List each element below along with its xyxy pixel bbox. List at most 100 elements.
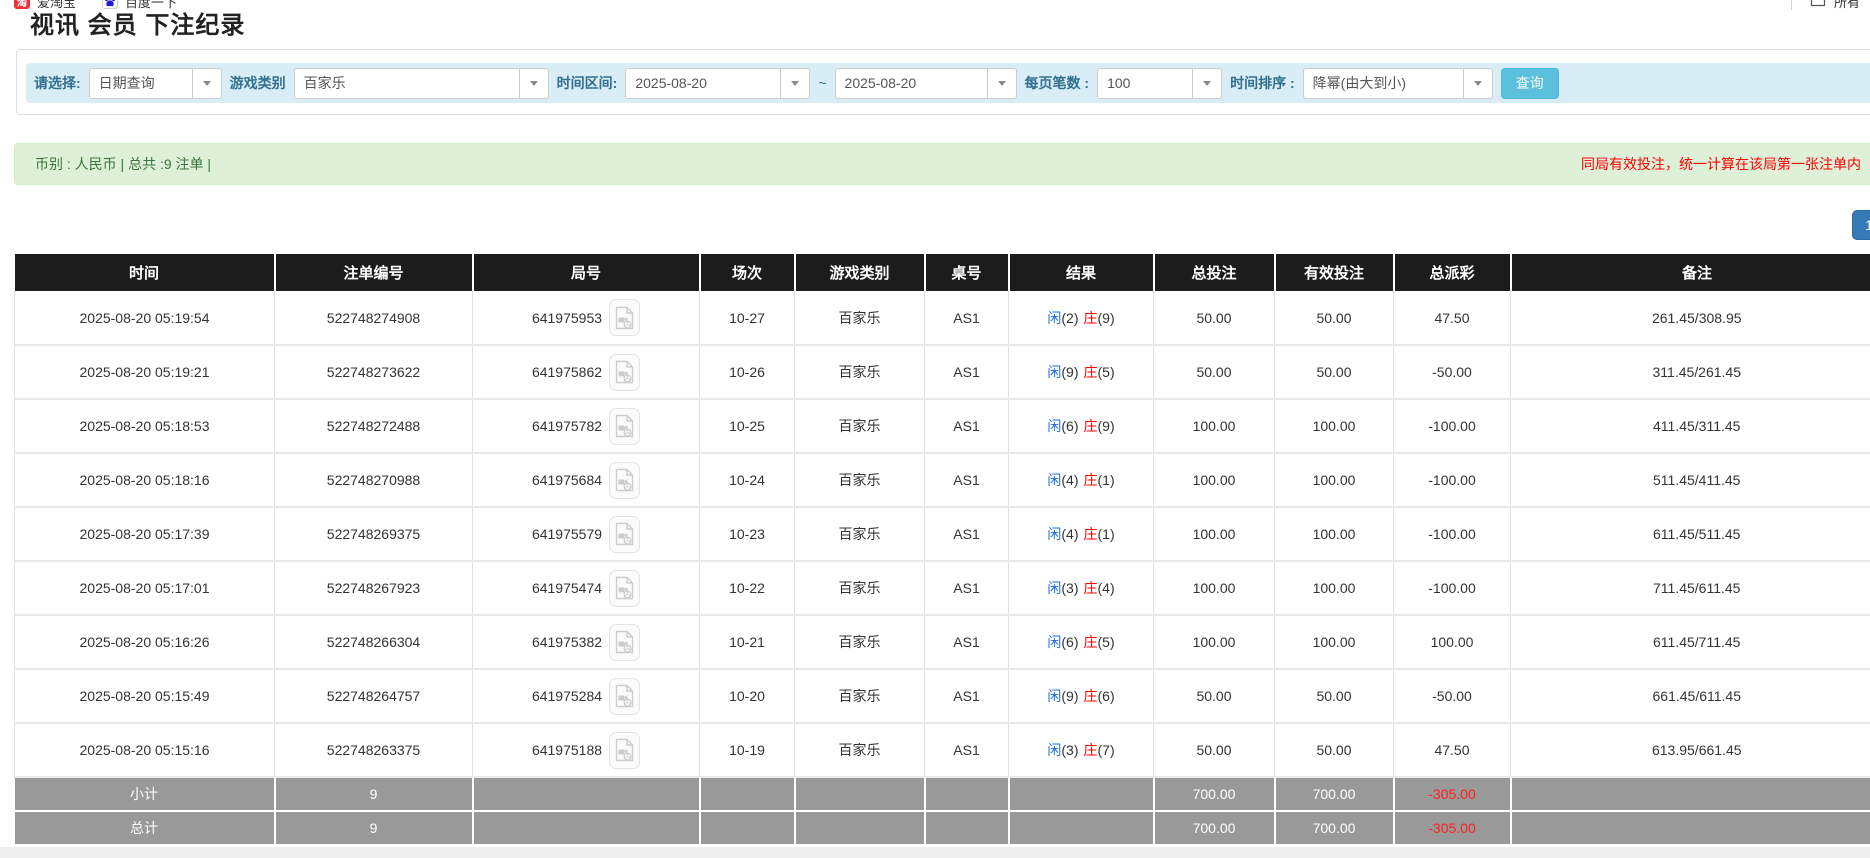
- chevron-down-icon: [791, 81, 799, 86]
- date-to-picker[interactable]: 2025-08-20: [835, 68, 1017, 99]
- folder-icon: [1810, 0, 1826, 11]
- video-replay-button[interactable]: [609, 299, 640, 336]
- game-type-select[interactable]: 百家乐: [294, 68, 549, 99]
- valid-bet-value: 100.00: [1275, 507, 1394, 561]
- result-banker-score: (4): [1098, 580, 1115, 596]
- session-number: 10-27: [700, 291, 795, 345]
- total-bet-link[interactable]: 50.00: [1154, 723, 1275, 777]
- dropdown-arrow-button[interactable]: [1463, 68, 1493, 99]
- total-bet-link[interactable]: 100.00: [1154, 399, 1275, 453]
- result-banker-score: (9): [1098, 418, 1115, 434]
- result-cell: 闲(6)庄(5): [1009, 615, 1154, 669]
- chevron-down-icon: [203, 81, 211, 86]
- bookmark-label: 爱淘宝: [37, 0, 76, 11]
- dropdown-arrow-button[interactable]: [192, 68, 222, 99]
- bookmark-baidu[interactable]: 百度一下: [102, 0, 177, 11]
- date-range-separator: ~: [818, 75, 826, 91]
- total-payout: -305.00: [1394, 811, 1511, 845]
- video-replay-button[interactable]: [609, 570, 640, 607]
- table-number: AS1: [925, 669, 1009, 723]
- time-sort-select[interactable]: 降幂(由大到小): [1303, 68, 1493, 99]
- result-player-score: (9): [1061, 688, 1078, 704]
- all-bookmarks-folder[interactable]: 所有: [1791, 0, 1860, 11]
- chevron-down-icon: [1474, 81, 1482, 86]
- video-replay-button[interactable]: [609, 732, 640, 769]
- date-from-picker[interactable]: 2025-08-20: [625, 68, 810, 99]
- total-bet-link[interactable]: 50.00: [1154, 291, 1275, 345]
- result-cell: 闲(3)庄(4): [1009, 561, 1154, 615]
- bet-time: 2025-08-20 05:18:16: [15, 453, 275, 507]
- valid-bet-value: 50.00: [1275, 291, 1394, 345]
- video-replay-button[interactable]: [609, 462, 640, 499]
- result-cell: 闲(4)庄(1): [1009, 507, 1154, 561]
- result-player-score: (6): [1061, 634, 1078, 650]
- valid-bet-value: 50.00: [1275, 345, 1394, 399]
- video-file-icon: [615, 684, 634, 708]
- browser-bookmarks-bar: 淘 爱淘宝 百度一下 所有: [0, 0, 1870, 14]
- round-number: 641975284: [532, 688, 602, 704]
- chevron-down-icon: [998, 81, 1006, 86]
- page-size-select[interactable]: 100: [1097, 68, 1222, 99]
- video-replay-button[interactable]: [609, 354, 640, 391]
- result-banker-label: 庄: [1084, 472, 1098, 488]
- dropdown-arrow-button[interactable]: [987, 68, 1017, 99]
- result-cell: 闲(6)庄(9): [1009, 399, 1154, 453]
- result-player-score: (4): [1061, 526, 1078, 542]
- total-bet-link[interactable]: 100.00: [1154, 561, 1275, 615]
- video-file-icon: [615, 630, 634, 654]
- valid-bet-value: 100.00: [1275, 399, 1394, 453]
- result-banker-label: 庄: [1084, 688, 1098, 704]
- bet-slip-number: 522748270988: [275, 453, 473, 507]
- payout-value: 47.50: [1394, 723, 1511, 777]
- query-type-select[interactable]: 日期查询: [89, 68, 222, 99]
- column-header: 场次: [700, 254, 795, 291]
- subtotal-label: 小计: [15, 777, 275, 811]
- query-button[interactable]: 查询: [1501, 68, 1559, 99]
- query-type-value: 日期查询: [89, 68, 192, 99]
- video-replay-button[interactable]: [609, 516, 640, 553]
- filter-bar: 请选择: 日期查询 游戏类别 百家乐 时间区间: 2025-08-20 ~ 20…: [26, 63, 1870, 103]
- remark-value: 311.45/261.45: [1511, 345, 1870, 399]
- pagination-page-1[interactable]: 1: [1852, 210, 1870, 240]
- page-size-label: 每页笔数 :: [1025, 73, 1090, 93]
- table-header-row: 时间注单编号局号场次游戏类别桌号结果总投注有效投注总派彩备注: [15, 254, 1870, 291]
- total-valid-bet: 700.00: [1275, 811, 1394, 845]
- result-cell: 闲(9)庄(5): [1009, 345, 1154, 399]
- page-title: 视讯 会员 下注纪录: [30, 12, 245, 40]
- result-banker-score: (5): [1098, 364, 1115, 380]
- result-banker-score: (9): [1098, 310, 1115, 326]
- total-count: 9: [275, 811, 473, 845]
- total-bet-link[interactable]: 100.00: [1154, 615, 1275, 669]
- table-number: AS1: [925, 561, 1009, 615]
- result-banker-score: (5): [1098, 634, 1115, 650]
- result-player-label: 闲: [1047, 580, 1061, 596]
- video-file-icon: [615, 738, 634, 762]
- video-file-icon: [615, 576, 634, 600]
- summary-bar: 币别 : 人民币 | 总共 :9 注单 | 同局有效投注，统一计算在该局第一张注…: [14, 143, 1870, 185]
- video-file-icon: [615, 468, 634, 492]
- total-bet-link[interactable]: 100.00: [1154, 453, 1275, 507]
- game-type: 百家乐: [795, 669, 925, 723]
- bookmark-label: 百度一下: [125, 0, 177, 11]
- total-bet-link[interactable]: 100.00: [1154, 507, 1275, 561]
- all-bookmarks-label: 所有: [1834, 0, 1860, 11]
- game-type-value: 百家乐: [294, 68, 519, 99]
- currency-total-text: 币别 : 人民币 | 总共 :9 注单 |: [35, 144, 211, 184]
- video-replay-button[interactable]: [609, 678, 640, 715]
- result-banker-score: (1): [1098, 526, 1115, 542]
- total-bet-link[interactable]: 50.00: [1154, 345, 1275, 399]
- subtotal-count: 9: [275, 777, 473, 811]
- remark-value: 611.45/511.45: [1511, 507, 1870, 561]
- video-file-icon: [615, 306, 634, 330]
- dropdown-arrow-button[interactable]: [780, 68, 810, 99]
- dropdown-arrow-button[interactable]: [519, 68, 549, 99]
- dropdown-arrow-button[interactable]: [1192, 68, 1222, 99]
- video-replay-button[interactable]: [609, 408, 640, 445]
- bet-slip-number: 522748269375: [275, 507, 473, 561]
- video-replay-button[interactable]: [609, 624, 640, 661]
- bookmark-aitaobao[interactable]: 淘 爱淘宝: [14, 0, 76, 11]
- payout-value: -100.00: [1394, 561, 1511, 615]
- table-body: 2025-08-20 05:19:54 522748274908 6419759…: [15, 291, 1870, 777]
- total-bet-link[interactable]: 50.00: [1154, 669, 1275, 723]
- game-type: 百家乐: [795, 561, 925, 615]
